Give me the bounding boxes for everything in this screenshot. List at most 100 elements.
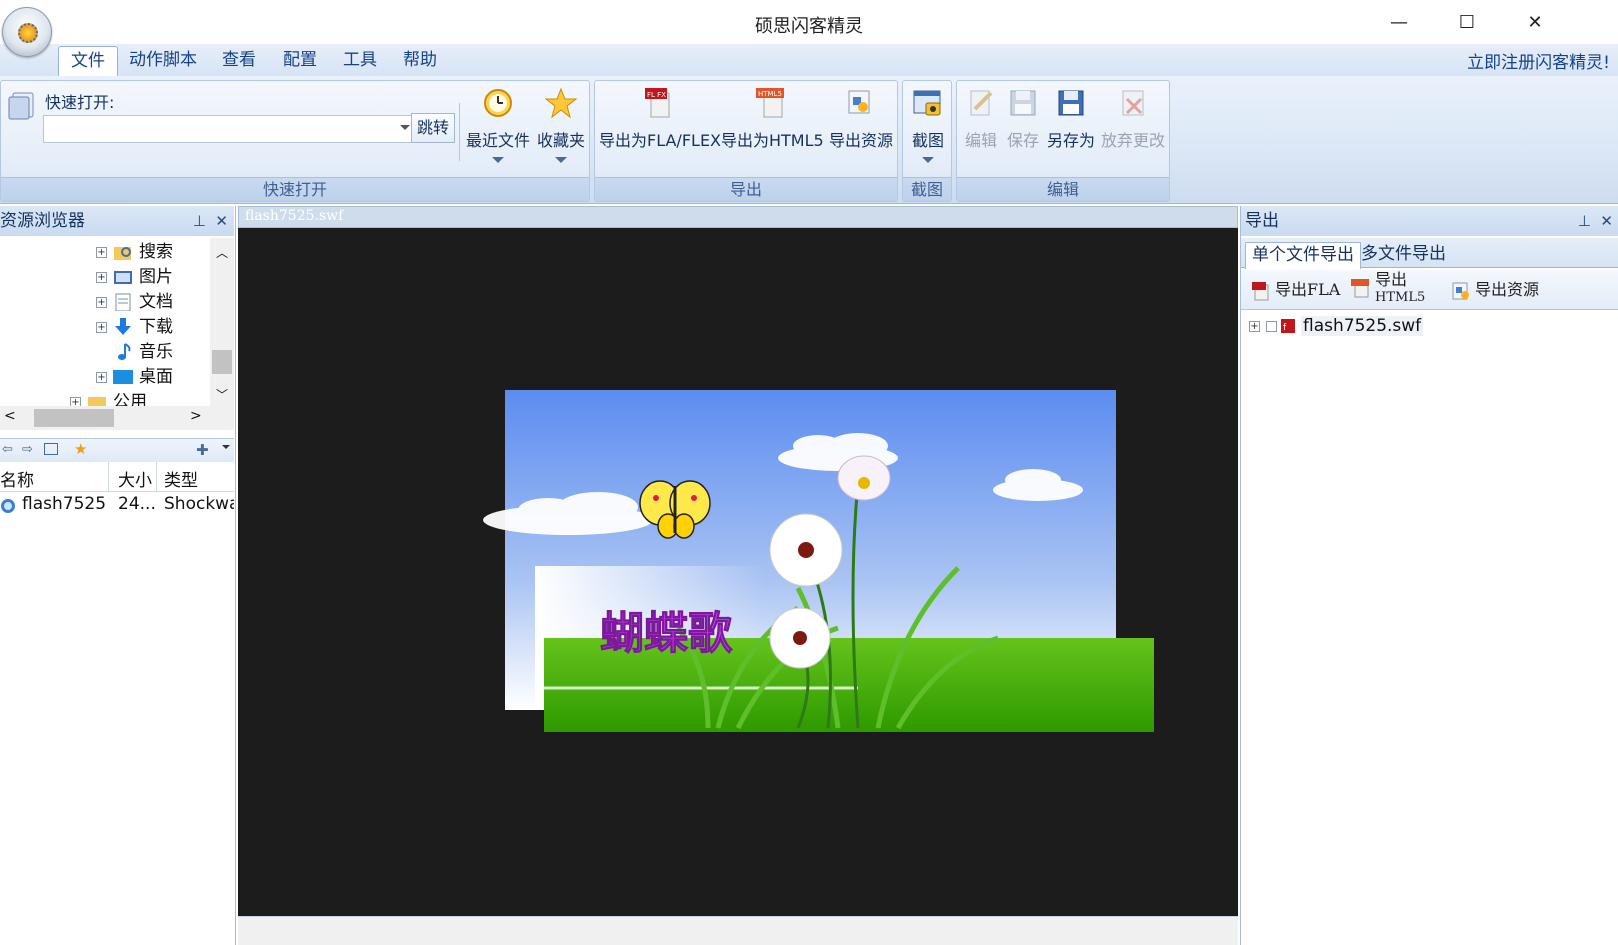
save-as-label: 另存为 (1046, 131, 1095, 150)
save-button[interactable]: 保存 (1003, 87, 1043, 151)
tree-item-music[interactable]: 音乐 (96, 340, 173, 365)
menu-help[interactable]: 帮助 (391, 44, 449, 76)
tree-item-pictures[interactable]: + 图片 (96, 265, 173, 290)
chevron-left-icon[interactable]: < (4, 408, 16, 424)
pin-icon[interactable]: ⊥ (1578, 212, 1591, 230)
file-name: flash7525 (22, 494, 107, 514)
favorite-star-icon[interactable]: ★ (74, 440, 87, 458)
desktop-icon (113, 370, 133, 384)
recent-files-button[interactable]: 最近文件 (465, 87, 531, 163)
discard-changes-button[interactable]: 放弃更改 (1099, 87, 1167, 151)
menu-view[interactable]: 查看 (210, 44, 268, 76)
export-fla-toolbar-button[interactable]: 导出FLA (1251, 276, 1340, 301)
floppy-disk-icon (1010, 90, 1036, 116)
tab-multi-file-export[interactable]: 多文件导出 (1355, 242, 1452, 269)
export-resources-toolbar-button[interactable]: 导出资源 (1451, 276, 1539, 301)
tree-vertical-scrollbar[interactable]: ︿ ﹀ (210, 238, 234, 408)
expand-icon[interactable]: + (96, 321, 107, 333)
add-icon[interactable]: ✚ (196, 441, 209, 459)
capture-label: 截图 (911, 131, 944, 150)
column-type[interactable]: 类型 (164, 466, 198, 491)
clock-icon (484, 89, 512, 117)
chevron-down-icon[interactable] (400, 125, 410, 130)
expand-icon[interactable]: + (96, 271, 107, 283)
jump-button[interactable]: 跳转 (411, 113, 455, 143)
chevron-up-icon[interactable]: ︿ (216, 244, 228, 261)
register-link[interactable]: 立即注册闪客精灵! (1467, 48, 1610, 73)
tree-item-documents[interactable]: + 文档 (96, 290, 173, 315)
file-list-header: 名称 大小 类型 (0, 462, 234, 492)
export-panel-header: 导出 ⊥ ✕ (1241, 206, 1618, 236)
application-menu-button[interactable] (2, 7, 52, 57)
quick-open-input[interactable] (44, 116, 384, 142)
export-fla-button[interactable]: FL FX 导出为FLA/FLEX (599, 87, 722, 151)
favorites-label: 收藏夹 (536, 131, 585, 150)
tree-horizontal-scrollbar[interactable]: < > (0, 406, 234, 430)
file-list-row[interactable]: flash7525 24... Shockwa (0, 492, 234, 520)
export-tabs: 单个文件导出 多文件导出 (1241, 238, 1618, 269)
daisy-flower (769, 513, 843, 587)
column-size[interactable]: 大小 (118, 466, 152, 491)
export-checkbox[interactable] (1266, 320, 1277, 332)
expand-icon[interactable]: + (1249, 320, 1260, 332)
html5-export-icon: HTML5 (756, 88, 784, 118)
minimize-button[interactable]: — (1376, 6, 1422, 38)
menu-file[interactable]: 文件 (58, 46, 118, 78)
menu-tools[interactable]: 工具 (331, 44, 389, 76)
pin-icon[interactable]: ⊥ (193, 212, 206, 230)
folder-tree[interactable]: + 搜索 + 图片 + 文档 + 下载 音乐 + 桌面 + 公用 (0, 238, 214, 408)
chevron-down-icon (555, 157, 567, 163)
scroll-thumb[interactable] (34, 409, 114, 427)
tree-item-search[interactable]: + 搜索 (96, 240, 173, 265)
chevron-right-icon[interactable]: > (190, 408, 202, 424)
chevron-down-icon[interactable] (222, 445, 230, 449)
close-icon[interactable]: ✕ (1600, 212, 1613, 230)
tree-item-label: 图片 (139, 267, 173, 287)
tree-item-downloads[interactable]: + 下载 (96, 315, 173, 340)
export-fla-label: 导出为FLA/FLEX (599, 131, 722, 150)
chevron-down-icon (922, 157, 934, 163)
expand-icon[interactable]: + (96, 296, 107, 308)
expand-icon[interactable]: + (96, 246, 107, 258)
capture-button[interactable]: 截图 (907, 87, 949, 163)
save-as-button[interactable]: 另存为 (1045, 87, 1097, 151)
export-resources-button[interactable]: 导出资源 (827, 87, 895, 151)
menu-config[interactable]: 配置 (271, 44, 329, 76)
favorites-button[interactable]: 收藏夹 (535, 87, 587, 163)
tree-item-desktop[interactable]: + 桌面 (96, 365, 173, 390)
document-tab[interactable]: flash7525.swf (238, 206, 1238, 228)
scroll-thumb[interactable] (212, 350, 232, 374)
flash-stage[interactable]: 蝴蝶歌 (238, 228, 1238, 916)
tree-item-label: 下载 (139, 317, 173, 337)
menu-actionscript[interactable]: 动作脚本 (117, 44, 209, 76)
folder-up-icon[interactable] (44, 443, 58, 455)
close-icon[interactable]: ✕ (215, 212, 228, 230)
save-label: 保存 (1006, 131, 1039, 150)
resource-browser-header: 资源浏览器 ⊥ ✕ (0, 206, 234, 236)
title-bar: 硕思闪客精灵 — ☐ ✕ (0, 0, 1618, 44)
pencil-icon (970, 90, 993, 116)
back-arrow-icon[interactable]: ⇦ (2, 442, 13, 457)
expand-icon[interactable]: + (96, 371, 107, 383)
close-button[interactable]: ✕ (1512, 6, 1558, 38)
maximize-button[interactable]: ☐ (1444, 6, 1490, 38)
group-label-export: 导出 (595, 177, 897, 201)
menu-bar: 文件 动作脚本 查看 配置 工具 帮助 立即注册闪客精灵! (0, 44, 1618, 78)
chevron-down-icon (492, 157, 504, 163)
export-html5-button[interactable]: HTML5 导出为HTML5 (721, 87, 824, 151)
column-name[interactable]: 名称 (0, 466, 34, 491)
edit-button[interactable]: 编辑 (961, 87, 1001, 151)
html5-badge-text: HTML5 (758, 90, 782, 98)
chevron-down-icon[interactable]: ﹀ (216, 386, 228, 403)
tab-single-file-export[interactable]: 单个文件导出 (1245, 242, 1361, 269)
quick-open-combobox[interactable] (43, 115, 413, 143)
group-label-quick-open: 快速打开 (1, 177, 589, 201)
file-size: 24... (118, 494, 156, 514)
export-html5-toolbar-button[interactable]: 导出 HTML5 (1351, 272, 1425, 306)
file-type: Shockwa (164, 494, 234, 514)
forward-arrow-icon[interactable]: ⇨ (22, 442, 33, 457)
camera-icon (913, 90, 941, 116)
export-tree-item[interactable]: + f flash7525.swf (1249, 316, 1424, 340)
resources-export-icon (1452, 282, 1469, 299)
export-resources-toolbar-label: 导出资源 (1475, 280, 1540, 299)
